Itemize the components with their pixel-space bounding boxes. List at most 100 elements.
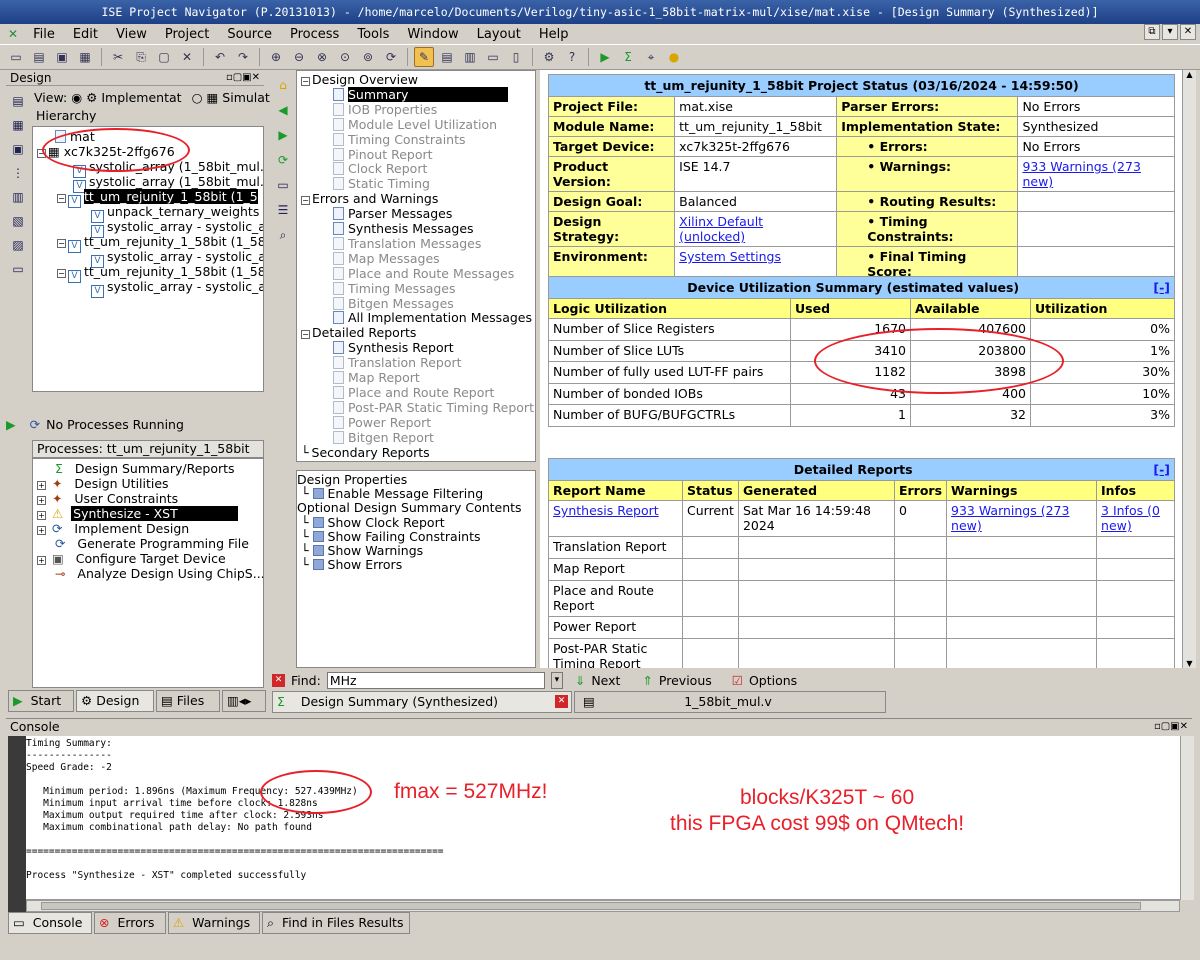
find-icon[interactable]: ⌕ xyxy=(274,226,292,244)
menu-process[interactable]: Process xyxy=(281,27,348,42)
home-icon[interactable]: ⌂ xyxy=(274,76,292,94)
collapse-icon[interactable]: − xyxy=(301,77,310,86)
console-panel-controls[interactable]: ▫▢▣✕ xyxy=(1154,719,1188,735)
collapse-utilization-button[interactable]: [-] xyxy=(1153,280,1170,295)
overview-item[interactable]: All Implementation Messages xyxy=(333,310,532,325)
tile-icon[interactable]: ▥ xyxy=(460,47,480,67)
tab-design[interactable]: ⚙ Design xyxy=(76,690,154,712)
process-item[interactable]: + ▣ Configure Target Device xyxy=(37,551,226,566)
expand-icon[interactable]: + xyxy=(37,481,46,490)
close-tab-icon[interactable]: ✕ xyxy=(555,695,568,708)
refresh-icon[interactable]: ⟳ xyxy=(381,47,401,67)
menu-window[interactable]: Window xyxy=(398,27,467,42)
overview-item[interactable]: Timing Messages xyxy=(333,281,456,296)
collapse-icon[interactable]: − xyxy=(301,196,310,206)
overview-item[interactable]: Place and Route Report xyxy=(333,385,494,400)
overview-item[interactable]: Parser Messages xyxy=(333,206,452,221)
console-scrollbar-h[interactable] xyxy=(26,900,1180,912)
overview-item[interactable]: Map Messages xyxy=(333,251,440,266)
overview-item[interactable]: Translation Messages xyxy=(333,236,481,251)
window-icon[interactable]: ▭ xyxy=(483,47,503,67)
properties-icon[interactable]: ▧ xyxy=(9,212,27,230)
checkbox-icon[interactable] xyxy=(312,559,324,571)
add-copy-icon[interactable]: ▦ xyxy=(9,116,27,134)
process-item[interactable]: + ✦ User Constraints xyxy=(37,491,178,506)
process-item[interactable]: Σ Design Summary/Reports xyxy=(55,461,235,476)
expand-icon[interactable]: + xyxy=(37,526,46,535)
run-icon[interactable]: ▶ xyxy=(595,47,615,67)
find-input[interactable]: MHz xyxy=(326,671,545,689)
collapse-icon[interactable]: − xyxy=(301,330,310,340)
checkbox-icon[interactable] xyxy=(312,488,324,500)
overview-item[interactable]: Place and Route Messages xyxy=(333,266,514,281)
tab-warnings[interactable]: ⚠ Warnings xyxy=(168,912,260,934)
edit-icon[interactable]: ✎ xyxy=(414,47,434,67)
hierarchy-icon[interactable]: ⋮ xyxy=(9,164,27,182)
overview-item[interactable]: └ Secondary Reports xyxy=(301,445,430,460)
overview-item[interactable]: IOB Properties xyxy=(333,102,437,117)
collapse-detailed-button[interactable]: [-] xyxy=(1153,462,1170,477)
checkbox-icon[interactable] xyxy=(312,530,324,542)
scroll-thumb[interactable] xyxy=(41,902,1141,910)
tab-files[interactable]: ▤ Files xyxy=(156,690,220,712)
radio-simulation[interactable]: ○ xyxy=(192,90,203,105)
overview-item[interactable]: Module Level Utilization xyxy=(333,117,497,132)
panel-icon[interactable]: ▭ xyxy=(9,260,27,278)
property-item[interactable]: └ Show Clock Report xyxy=(301,515,445,530)
expand-icon[interactable]: + xyxy=(37,556,46,565)
module-icon[interactable]: ▣ xyxy=(9,140,27,158)
tab-console[interactable]: ▭ Console xyxy=(8,912,92,934)
tree-item[interactable]: Vunpack_ternary_weights - u xyxy=(91,204,263,223)
property-item[interactable]: └ Enable Message Filtering xyxy=(301,487,483,501)
property-item[interactable]: └ Show Errors xyxy=(301,558,402,572)
collapse-icon[interactable]: − xyxy=(57,269,66,278)
process-item-selected[interactable]: + ⚠ Synthesize - XST xyxy=(37,506,238,521)
property-item[interactable]: └ Show Failing Constraints xyxy=(301,529,481,544)
zoom-out-icon[interactable]: ⊖ xyxy=(289,47,309,67)
overview-item[interactable]: Post-PAR Static Timing Report xyxy=(333,400,534,415)
overview-item[interactable]: Synthesis Report xyxy=(333,340,454,355)
telescope-icon[interactable]: ⌖ xyxy=(641,47,661,67)
overview-item[interactable]: Synthesis Messages xyxy=(333,221,474,236)
menu-project[interactable]: Project xyxy=(156,27,218,42)
overview-item[interactable]: Map Report xyxy=(333,370,420,385)
tab-source-file[interactable]: ▤ 1_58bit_mul.v xyxy=(574,691,886,713)
report-link[interactable]: 933 Warnings (273 new) xyxy=(951,503,1069,533)
menu-view[interactable]: View xyxy=(107,27,156,42)
expand-icon[interactable]: + xyxy=(37,496,46,505)
undo-icon[interactable]: ↶ xyxy=(210,47,230,67)
menu-layout[interactable]: Layout xyxy=(468,27,530,42)
save-all-icon[interactable]: ▦ xyxy=(75,47,95,67)
status-link[interactable]: Xilinx Default (unlocked) xyxy=(679,214,763,244)
overview-item[interactable]: Static Timing xyxy=(333,176,430,191)
zoom-select-icon[interactable]: ⊚ xyxy=(358,47,378,67)
delete-icon[interactable]: ✕ xyxy=(177,47,197,67)
overview-item[interactable]: Timing Constraints xyxy=(333,132,466,147)
save-icon[interactable]: ▣ xyxy=(52,47,72,67)
console-scrollbar-v[interactable] xyxy=(1180,736,1194,900)
panel-controls[interactable]: ▫▢▣✕ xyxy=(226,70,260,86)
cascade-icon[interactable]: ▤ xyxy=(437,47,457,67)
radio-implementation[interactable]: ◉ xyxy=(71,90,82,105)
overview-item[interactable]: − Design Overview xyxy=(301,72,418,87)
split-icon[interactable]: ▯ xyxy=(506,47,526,67)
expand-icon[interactable]: + xyxy=(37,511,46,520)
menu-source[interactable]: Source xyxy=(218,27,281,42)
settings-icon[interactable]: ⚙ xyxy=(539,47,559,67)
overview-item[interactable]: Pinout Report xyxy=(333,147,433,162)
tab-find-in-files[interactable]: ⌕ Find in Files Results xyxy=(262,912,410,934)
menu-edit[interactable]: Edit xyxy=(64,27,107,42)
lightbulb-icon[interactable]: ● xyxy=(664,47,684,67)
zoom-full-icon[interactable]: ⊙ xyxy=(335,47,355,67)
refresh-icon[interactable]: ⟳ xyxy=(274,151,292,169)
process-item[interactable]: + ✦ Design Utilities xyxy=(37,476,169,491)
overview-item[interactable]: Bitgen Report xyxy=(333,430,434,445)
play-icon[interactable]: ▶ xyxy=(6,417,16,432)
minimize-icon[interactable]: ▾ xyxy=(1162,24,1178,40)
overview-item[interactable]: − Errors and Warnings xyxy=(301,191,438,206)
zoom-fit-icon[interactable]: ⊗ xyxy=(312,47,332,67)
checkbox-icon[interactable] xyxy=(312,545,324,556)
tree-item[interactable]: Vsystolic_array (1_58bit_mul.ve xyxy=(73,174,263,193)
collapse-icon[interactable]: − xyxy=(57,194,66,203)
property-item[interactable]: └ Show Warnings xyxy=(301,544,423,558)
